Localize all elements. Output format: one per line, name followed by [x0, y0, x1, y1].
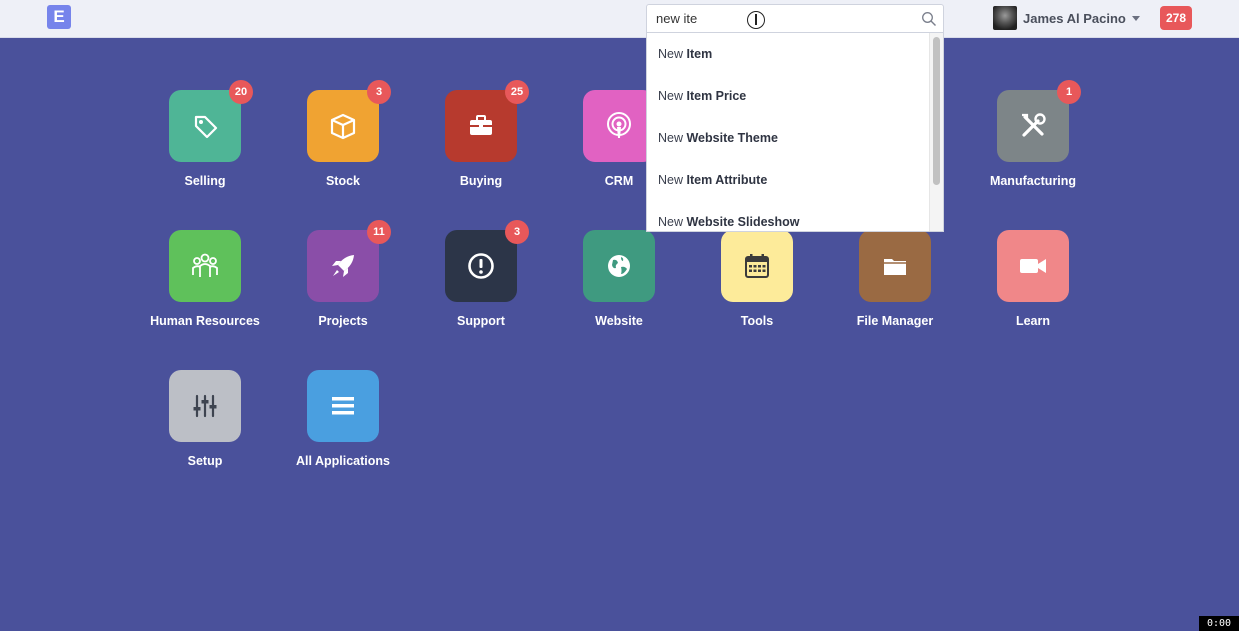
app-projects[interactable]: 11 Projects: [278, 220, 408, 328]
recorder-clock: 0:00: [1199, 616, 1239, 631]
app-label: File Manager: [856, 314, 934, 328]
alert-icon: [468, 253, 494, 279]
app-badge: 3: [505, 220, 529, 244]
suggestion-name: Item Attribute: [686, 173, 768, 187]
suggestion-name: Website Theme: [686, 131, 778, 145]
app-badge: 20: [229, 80, 253, 104]
app-icon-tile[interactable]: [997, 230, 1069, 302]
search-icon[interactable]: [921, 11, 937, 27]
app-label: Human Resources: [150, 314, 260, 328]
app-icon-tile[interactable]: [583, 230, 655, 302]
app-icon-tile[interactable]: [169, 230, 241, 302]
caret-down-icon: [1131, 15, 1140, 21]
app-tools[interactable]: Tools: [692, 230, 822, 328]
avatar: [993, 6, 1017, 30]
tag-icon: [194, 115, 218, 139]
box-icon: [330, 113, 356, 140]
app-badge: 11: [367, 220, 391, 244]
dropdown-scrollbar[interactable]: [929, 33, 943, 231]
app-label: Buying: [459, 174, 503, 188]
app-label: Website: [595, 314, 643, 328]
app-setup[interactable]: Setup: [140, 370, 270, 468]
app-human-resources[interactable]: Human Resources: [140, 230, 270, 328]
text-cursor-icon: [747, 11, 765, 29]
app-label: Selling: [184, 174, 226, 188]
app-label: All Applications: [296, 454, 390, 468]
app-label: Projects: [318, 314, 368, 328]
app-stock[interactable]: 3 Stock: [278, 80, 408, 188]
app-badge: 25: [505, 80, 529, 104]
suggestion-prefix: New: [658, 215, 687, 229]
suggestion-prefix: New: [658, 47, 687, 61]
app-icon-tile[interactable]: 20: [169, 80, 253, 162]
app-buying[interactable]: 25 Buying: [416, 80, 546, 188]
menu-icon: [332, 397, 354, 415]
app-website[interactable]: Website: [554, 230, 684, 328]
app-icon-tile[interactable]: [583, 90, 655, 162]
app-icon-tile[interactable]: 1: [997, 80, 1081, 162]
app-icon-tile[interactable]: [307, 370, 379, 442]
suggestion-prefix: New: [658, 131, 687, 145]
app-label: Stock: [325, 174, 361, 188]
search-suggestions: New Item New Item Price New Website Them…: [646, 33, 944, 232]
suggestion-item[interactable]: New Item: [647, 33, 943, 75]
calendar-icon: [745, 254, 769, 278]
briefcase-icon: [470, 115, 492, 135]
app-file-manager[interactable]: File Manager: [830, 230, 960, 328]
user-menu[interactable]: James Al Pacino: [993, 5, 1140, 31]
video-icon: [1020, 259, 1046, 273]
suggestion-item[interactable]: New Website Theme: [647, 117, 943, 159]
suggestion-name: Item: [686, 47, 713, 61]
suggestion-item[interactable]: New Website Slideshow: [647, 201, 943, 231]
app-badge: 1: [1057, 80, 1081, 104]
app-label: Learn: [1015, 314, 1051, 328]
app-support[interactable]: 3 Support: [416, 220, 546, 328]
suggestion-name: Website Slideshow: [686, 215, 800, 229]
app-label: Tools: [740, 314, 774, 328]
folder-icon: [884, 259, 906, 275]
search-input[interactable]: [647, 5, 917, 32]
app-icon-tile[interactable]: [721, 230, 793, 302]
user-name: James Al Pacino: [1023, 10, 1126, 26]
scrollbar-thumb[interactable]: [933, 37, 940, 185]
suggestion-name: Item Price: [686, 89, 747, 103]
app-label: Support: [457, 314, 505, 328]
navbar: E James Al Pacino 278: [0, 0, 1239, 38]
broadcast-icon: [607, 112, 631, 138]
app-icon-tile[interactable]: 11: [307, 220, 391, 302]
app-icon-tile[interactable]: 3: [307, 80, 391, 162]
notification-badge[interactable]: 278: [1160, 6, 1192, 30]
home-logo[interactable]: E: [47, 5, 71, 29]
suggestion-item[interactable]: New Item Attribute: [647, 159, 943, 201]
tools-icon: [1022, 113, 1046, 137]
sliders-icon: [193, 394, 217, 418]
suggestion-item[interactable]: New Item Price: [647, 75, 943, 117]
app-icon-tile[interactable]: 25: [445, 80, 529, 162]
app-label: Manufacturing: [989, 174, 1077, 188]
rocket-icon: [332, 255, 354, 277]
app-learn[interactable]: Learn: [968, 230, 1098, 328]
app-icon-tile[interactable]: 3: [445, 220, 529, 302]
app-selling[interactable]: 20 Selling: [140, 80, 270, 188]
app-icon-tile[interactable]: [859, 230, 931, 302]
suggestion-prefix: New: [658, 89, 687, 103]
globe-icon: [608, 255, 630, 277]
app-icon-tile[interactable]: [169, 370, 241, 442]
search-box: [646, 4, 944, 33]
app-manufacturing[interactable]: 1 Manufacturing: [968, 80, 1098, 188]
suggestion-prefix: New: [658, 173, 687, 187]
people-icon: [192, 253, 218, 277]
app-all-applications[interactable]: All Applications: [278, 370, 408, 468]
app-badge: 3: [367, 80, 391, 104]
app-label: Setup: [187, 454, 223, 468]
